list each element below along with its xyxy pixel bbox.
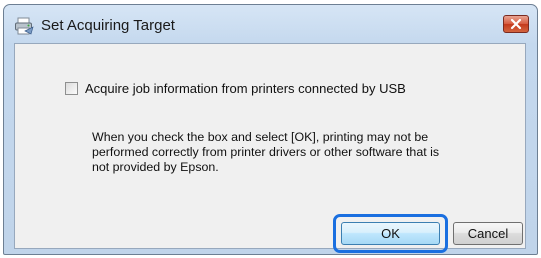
dialog-body: Acquire job information from printers co… bbox=[14, 43, 526, 253]
usb-checkbox[interactable] bbox=[65, 82, 78, 95]
dialog-title: Set Acquiring Target bbox=[41, 17, 175, 34]
dialog-window: Set Acquiring Target Acquire job informa… bbox=[3, 4, 538, 255]
close-icon bbox=[510, 18, 522, 30]
cancel-button[interactable]: Cancel bbox=[453, 222, 523, 245]
note-line-1: When you check the box and select [OK], … bbox=[92, 130, 429, 144]
title-bar[interactable]: Set Acquiring Target bbox=[4, 5, 537, 43]
printer-icon bbox=[15, 17, 34, 35]
note-line-3: not provided by Epson. bbox=[92, 160, 219, 174]
close-button[interactable] bbox=[503, 15, 529, 33]
ok-button[interactable]: OK bbox=[341, 222, 440, 245]
warning-note: When you check the box and select [OK], … bbox=[92, 130, 512, 175]
usb-checkbox-label[interactable]: Acquire job information from printers co… bbox=[85, 81, 406, 96]
note-line-2: performed correctly from printer drivers… bbox=[92, 145, 440, 159]
